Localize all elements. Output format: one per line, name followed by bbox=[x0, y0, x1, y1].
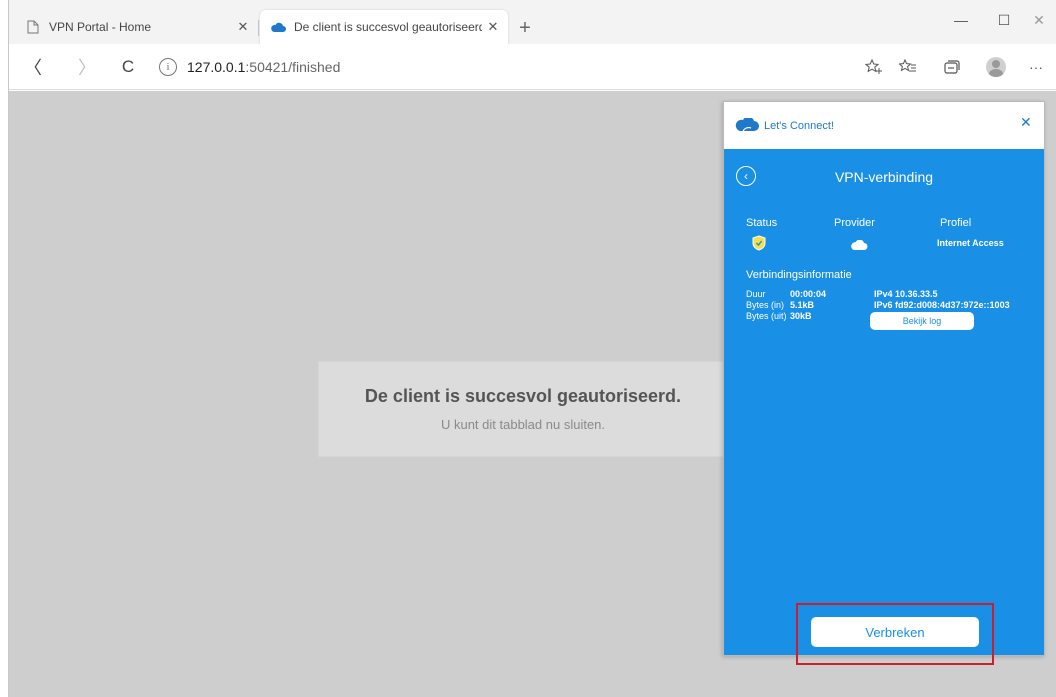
view-log-button[interactable]: Bekijk log bbox=[870, 312, 974, 330]
ipv6-address: IPv6 fd92:d008:4d37:972e::1003 bbox=[874, 300, 1010, 310]
page-subtitle: U kunt dit tabblad nu sluiten. bbox=[440, 417, 606, 432]
profile-label: Profiel bbox=[940, 217, 972, 229]
connection-stats: Duur 00:00:04 Bytes (in) 5.1kB Bytes (ui… bbox=[746, 289, 872, 322]
page-content: De client is succesvol geautoriseerd. U … bbox=[9, 91, 1056, 697]
collections-icon[interactable] bbox=[940, 56, 964, 78]
minimize-button[interactable]: — bbox=[941, 6, 981, 34]
forward-button[interactable]: 〉 bbox=[73, 53, 101, 81]
lets-connect-logo-icon bbox=[734, 116, 760, 137]
stat-row: Duur 00:00:04 bbox=[746, 289, 872, 300]
cloud-icon bbox=[270, 19, 286, 35]
status-label: Status bbox=[746, 217, 778, 229]
profile-value: Internet Access bbox=[937, 238, 1004, 248]
stat-label: Bytes (in) bbox=[746, 300, 785, 310]
close-tab-icon[interactable]: ✕ bbox=[482, 16, 504, 38]
stat-value: 30kB bbox=[790, 311, 812, 321]
back-button[interactable]: 〈 bbox=[19, 53, 47, 81]
stat-row: Bytes (uit) 30kB bbox=[746, 311, 872, 322]
url-host: 127.0.0.1 bbox=[187, 59, 246, 75]
vpn-titlebar: Let's Connect! ✕ bbox=[724, 102, 1044, 149]
page-icon bbox=[25, 19, 41, 35]
vpn-heading: VPN-verbinding bbox=[834, 169, 934, 185]
address-bar[interactable]: i 127.0.0.1:50421/finished bbox=[159, 53, 839, 81]
tab-title: VPN Portal - Home bbox=[49, 20, 152, 34]
new-tab-button[interactable]: + bbox=[511, 16, 539, 40]
url-path: :50421/finished bbox=[245, 59, 341, 75]
disconnect-button[interactable]: Verbreken bbox=[811, 617, 979, 647]
vpn-panel: ‹ VPN-verbinding Status Provider Profiel… bbox=[724, 149, 1044, 665]
stat-label: Bytes (uit) bbox=[746, 311, 787, 321]
close-window-button[interactable]: ✕ bbox=[1019, 6, 1056, 34]
tab-client-authorized[interactable]: De client is succesvol geautoriseerd ✕ bbox=[260, 10, 508, 44]
vpn-app-title: Let's Connect! bbox=[764, 120, 834, 132]
address-toolbar: 〈 〉 C i 127.0.0.1:50421/finished ··· bbox=[9, 44, 1056, 90]
vpn-app-window: Let's Connect! ✕ ‹ VPN-verbinding Status… bbox=[723, 101, 1045, 665]
tab-vpn-portal-home[interactable]: VPN Portal - Home ✕ bbox=[15, 10, 258, 44]
favorites-icon[interactable] bbox=[896, 56, 920, 78]
site-info-icon[interactable]: i bbox=[159, 58, 177, 76]
avatar bbox=[986, 57, 1006, 77]
close-icon[interactable]: ✕ bbox=[1020, 114, 1032, 131]
provider-label: Provider bbox=[834, 217, 875, 229]
page-title: De client is succesvol geautoriseerd. bbox=[364, 386, 682, 406]
profile-icon[interactable] bbox=[984, 56, 1008, 78]
stat-value: 00:00:04 bbox=[790, 289, 827, 299]
tab-title: De client is succesvol geautoriseerd bbox=[294, 20, 482, 34]
shield-icon bbox=[752, 235, 766, 256]
tab-separator bbox=[258, 20, 259, 36]
add-favorite-icon[interactable] bbox=[862, 56, 886, 78]
connection-info-heading: Verbindingsinformatie bbox=[746, 269, 852, 281]
stat-value: 5.1kB bbox=[790, 300, 815, 310]
more-icon[interactable]: ··· bbox=[1024, 56, 1048, 78]
browser-window: VPN Portal - Home ✕ De client is succesv… bbox=[8, 0, 1056, 697]
reload-button[interactable]: C bbox=[114, 53, 142, 81]
tab-strip: VPN Portal - Home ✕ De client is succesv… bbox=[9, 0, 1056, 44]
close-tab-icon[interactable]: ✕ bbox=[232, 16, 254, 38]
stat-row: Bytes (in) 5.1kB bbox=[746, 300, 872, 311]
ipv4-address: IPv4 10.36.33.5 bbox=[874, 289, 938, 299]
ip-addresses: IPv4 10.36.33.5 IPv6 fd92:d008:4d37:972e… bbox=[874, 289, 1010, 311]
provider-cloud-icon bbox=[850, 238, 868, 256]
maximize-button[interactable]: ☐ bbox=[984, 6, 1024, 34]
success-message-box: De client is succesvol geautoriseerd. U … bbox=[318, 361, 728, 457]
stat-label: Duur bbox=[746, 289, 766, 299]
